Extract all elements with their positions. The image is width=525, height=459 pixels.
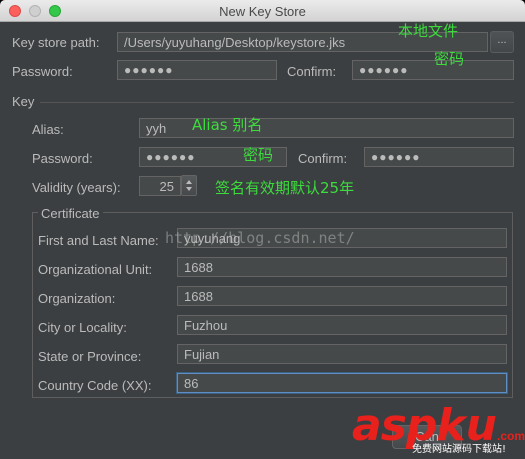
keystore-confirm-label: Confirm:	[287, 64, 337, 79]
state-label: State or Province:	[38, 349, 142, 364]
watermark-tagline: 免费网站源码下载站!	[412, 444, 507, 455]
keystore-confirm-input[interactable]	[352, 60, 514, 80]
state-input[interactable]	[177, 344, 507, 364]
key-section-label: Key	[12, 94, 35, 109]
chevron-up-icon[interactable]	[186, 180, 192, 184]
validity-stepper[interactable]	[181, 175, 197, 196]
title-bar: New Key Store	[0, 0, 525, 22]
org-unit-input[interactable]	[177, 257, 507, 277]
window-title: New Key Store	[219, 4, 306, 19]
new-key-store-dialog: New Key Store Key store path: ... Passwo…	[0, 0, 525, 459]
watermark-url: http://blog.csdn.net/	[165, 229, 355, 247]
browse-button[interactable]: ...	[490, 31, 514, 53]
chevron-down-icon[interactable]	[186, 187, 192, 191]
organization-input[interactable]	[177, 286, 507, 306]
country-code-input[interactable]	[177, 373, 507, 393]
key-password-label: Password:	[32, 151, 93, 166]
org-unit-label: Organizational Unit:	[38, 262, 153, 277]
keystore-password-input[interactable]	[117, 60, 277, 80]
first-last-name-label: First and Last Name:	[38, 233, 159, 248]
city-label: City or Locality:	[38, 320, 127, 335]
city-input[interactable]	[177, 315, 507, 335]
annotation-validity: 签名有效期默认25年	[215, 179, 355, 197]
annotation-local-file: 本地文件	[398, 22, 459, 40]
key-confirm-label: Confirm:	[298, 151, 348, 166]
keystore-password-label: Password:	[12, 64, 73, 79]
annotation-password: 密码	[434, 50, 465, 68]
key-section-divider	[40, 102, 514, 103]
key-confirm-input[interactable]	[364, 147, 514, 167]
validity-input[interactable]	[139, 176, 181, 196]
annotation-alias: Alias 别名	[192, 116, 263, 134]
keystore-path-label: Key store path:	[12, 35, 100, 50]
annotation-password-2: 密码	[243, 146, 274, 164]
alias-label: Alias:	[32, 122, 64, 137]
validity-label: Validity (years):	[32, 180, 121, 195]
organization-label: Organization:	[38, 291, 116, 306]
country-code-label: Country Code (XX):	[38, 378, 152, 393]
certificate-title: Certificate	[38, 206, 103, 221]
